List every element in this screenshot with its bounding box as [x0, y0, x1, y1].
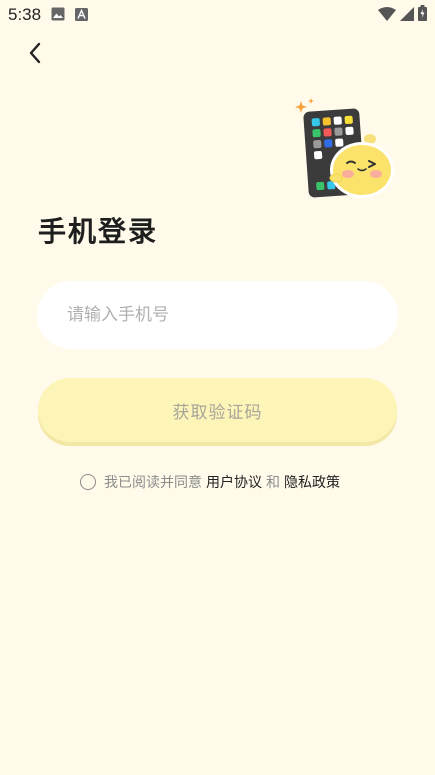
status-time: 5:38	[8, 5, 42, 24]
phone-mascot-illustration	[292, 98, 402, 202]
agreement-conjunction: 和	[266, 475, 280, 491]
page-title: 手机登录	[38, 215, 159, 248]
back-button[interactable]	[20, 40, 50, 70]
agree-checkbox[interactable]	[80, 474, 96, 490]
wifi-icon	[378, 6, 396, 25]
user-agreement-link[interactable]: 用户协议	[206, 472, 262, 492]
get-verification-code-button[interactable]: 获取验证码	[38, 378, 397, 442]
status-left: 5:38	[8, 5, 89, 25]
battery-icon	[418, 5, 427, 25]
phone-input-container	[37, 281, 398, 349]
image-notification-icon	[51, 6, 65, 25]
chevron-left-icon	[28, 42, 42, 68]
agreement-prefix: 我已阅读并同意	[104, 475, 202, 491]
app-notification-icon	[75, 6, 89, 25]
signal-icon	[400, 6, 414, 25]
status-right	[378, 5, 427, 25]
status-bar: 5:38	[0, 0, 435, 30]
agreement-row: 我已阅读并同意 用户协议 和 隐私政策	[80, 472, 344, 492]
privacy-policy-link[interactable]: 隐私政策	[284, 472, 340, 492]
phone-input[interactable]	[37, 281, 398, 349]
